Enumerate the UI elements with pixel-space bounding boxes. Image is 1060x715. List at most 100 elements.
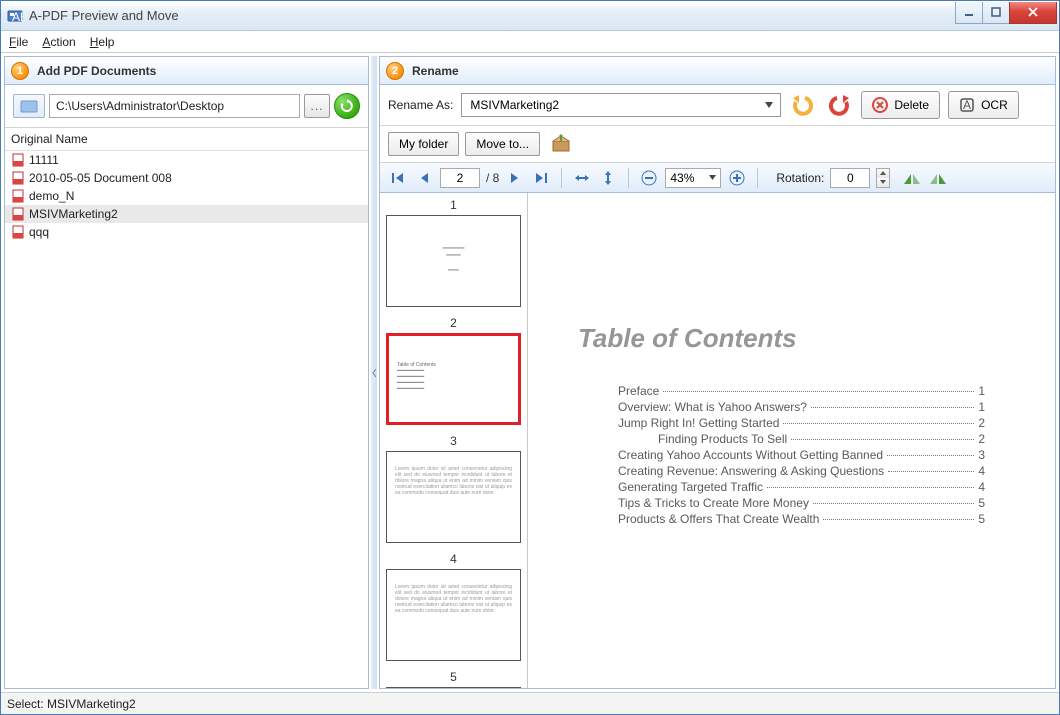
nav-row: / 8 43% Rotation: bbox=[380, 163, 1055, 193]
thumbnail[interactable]: 5Lorem ipsum dolor sit amet consectetur … bbox=[386, 667, 521, 688]
ocr-label: OCR bbox=[981, 98, 1008, 112]
thumb-page: Lorem ipsum dolor sit amet consectetur a… bbox=[386, 569, 521, 661]
rename-label: Rename As: bbox=[388, 98, 453, 112]
pdf-icon bbox=[11, 189, 25, 203]
rotation-input[interactable] bbox=[830, 168, 870, 188]
file-name: demo_N bbox=[29, 189, 74, 203]
toc-dots bbox=[783, 423, 974, 424]
toc-text: Creating Yahoo Accounts Without Getting … bbox=[618, 448, 883, 462]
separator bbox=[628, 168, 629, 188]
path-row: C:\Users\Administrator\Desktop ... bbox=[5, 85, 368, 128]
toc-text: Generating Targeted Traffic bbox=[618, 480, 763, 494]
next-page-button[interactable] bbox=[505, 168, 525, 188]
rename-combo[interactable]: MSIVMarketing2 bbox=[461, 93, 781, 117]
toc-row: Tips & Tricks to Create More Money 5 bbox=[618, 496, 985, 510]
flip-horizontal-button[interactable] bbox=[902, 168, 922, 188]
thumb-page: Lorem ipsum dolor sit amet consectetur a… bbox=[386, 687, 521, 688]
rotation-spinner[interactable] bbox=[876, 168, 890, 188]
toc-dots bbox=[813, 503, 974, 504]
box-icon[interactable] bbox=[550, 134, 572, 155]
toc-text: Overview: What is Yahoo Answers? bbox=[618, 400, 807, 414]
moveto-label: Move to... bbox=[476, 137, 529, 151]
workspace: 1 Add PDF Documents C:\Users\Administrat… bbox=[1, 53, 1059, 692]
thumbnail[interactable]: 1━━━━━━━━━━━━━ bbox=[386, 195, 521, 307]
ocr-button[interactable]: A OCR bbox=[948, 91, 1019, 119]
toc-list: Preface 1Overview: What is Yahoo Answers… bbox=[618, 384, 985, 526]
undo-button[interactable] bbox=[789, 92, 817, 118]
spinner-down[interactable] bbox=[877, 178, 889, 187]
step-badge-2: 2 bbox=[386, 62, 404, 80]
refresh-button[interactable] bbox=[334, 93, 360, 119]
app-window: AB A-PDF Preview and Move File Action He… bbox=[0, 0, 1060, 715]
zoom-out-button[interactable] bbox=[639, 168, 659, 188]
menu-file[interactable]: File bbox=[9, 35, 28, 49]
toc-dots bbox=[811, 407, 974, 408]
toc-text: Products & Offers That Create Wealth bbox=[618, 512, 819, 526]
moveto-button[interactable]: Move to... bbox=[465, 132, 540, 156]
thumbnail[interactable]: 3Lorem ipsum dolor sit amet consectetur … bbox=[386, 431, 521, 543]
last-page-button[interactable] bbox=[531, 168, 551, 188]
left-pane-header: 1 Add PDF Documents bbox=[5, 57, 368, 85]
prev-page-button[interactable] bbox=[414, 168, 434, 188]
first-page-button[interactable] bbox=[388, 168, 408, 188]
toc-dots bbox=[888, 471, 974, 472]
delete-icon bbox=[872, 97, 888, 113]
zoom-in-button[interactable] bbox=[727, 168, 747, 188]
myfolder-button[interactable]: My folder bbox=[388, 132, 459, 156]
folder-icon[interactable] bbox=[13, 94, 45, 118]
minimize-button[interactable] bbox=[955, 2, 983, 24]
toc-page: 5 bbox=[978, 512, 985, 526]
menu-action[interactable]: Action bbox=[42, 35, 75, 49]
splitter[interactable] bbox=[371, 56, 377, 689]
file-row[interactable]: qqq bbox=[5, 223, 368, 241]
ocr-icon: A bbox=[959, 97, 975, 113]
toc-page: 3 bbox=[978, 448, 985, 462]
myfolder-label: My folder bbox=[399, 137, 448, 151]
zoom-combo[interactable]: 43% bbox=[665, 168, 721, 188]
close-button[interactable] bbox=[1009, 2, 1057, 24]
redo-button[interactable] bbox=[825, 92, 853, 118]
toc-dots bbox=[663, 391, 974, 392]
toc-row: Finding Products To Sell 2 bbox=[618, 432, 985, 446]
thumbnail-column: 1━━━━━━━━━━━━━2Table of Contents━━━━━━━━… bbox=[380, 193, 528, 688]
left-pane: 1 Add PDF Documents C:\Users\Administrat… bbox=[4, 56, 369, 689]
maximize-button[interactable] bbox=[982, 2, 1010, 24]
thumbnail-scroll[interactable]: 1━━━━━━━━━━━━━2Table of Contents━━━━━━━━… bbox=[380, 193, 527, 688]
file-row[interactable]: 2010-05-05 Document 008 bbox=[5, 169, 368, 187]
toc-page: 1 bbox=[978, 400, 985, 414]
thumbnail[interactable]: 4Lorem ipsum dolor sit amet consectetur … bbox=[386, 549, 521, 661]
file-row[interactable]: demo_N bbox=[5, 187, 368, 205]
flip-vertical-button[interactable] bbox=[928, 168, 948, 188]
file-row[interactable]: 11111 bbox=[5, 151, 368, 169]
window-title: A-PDF Preview and Move bbox=[29, 8, 956, 23]
fit-page-button[interactable] bbox=[598, 168, 618, 188]
delete-button[interactable]: Delete bbox=[861, 91, 940, 119]
pdf-icon bbox=[11, 171, 25, 185]
toc-row: Generating Targeted Traffic 4 bbox=[618, 480, 985, 494]
status-text: Select: MSIVMarketing2 bbox=[7, 697, 136, 711]
file-row[interactable]: MSIVMarketing2 bbox=[5, 205, 368, 223]
toc-row: Products & Offers That Create Wealth 5 bbox=[618, 512, 985, 526]
svg-text:A: A bbox=[963, 98, 971, 112]
pdf-icon bbox=[11, 207, 25, 221]
page-scroll[interactable]: Table of Contents Preface 1Overview: Wha… bbox=[528, 193, 1055, 688]
step-badge-1: 1 bbox=[11, 62, 29, 80]
thumb-number: 1 bbox=[386, 195, 521, 215]
toc-dots bbox=[767, 487, 974, 488]
spinner-up[interactable] bbox=[877, 169, 889, 178]
thumbnail[interactable]: 2Table of Contents━━━━━━━━━━━━━━━━━━━━━━… bbox=[386, 313, 521, 425]
pdf-icon bbox=[11, 153, 25, 167]
pdf-icon bbox=[11, 225, 25, 239]
page-input[interactable] bbox=[440, 168, 480, 188]
thumb-page: Table of Contents━━━━━━━━━━━━━━━━━━━━━━━… bbox=[386, 333, 521, 425]
file-name: 2010-05-05 Document 008 bbox=[29, 171, 172, 185]
browse-button[interactable]: ... bbox=[304, 94, 330, 118]
thumb-page: Lorem ipsum dolor sit amet consectetur a… bbox=[386, 451, 521, 543]
menu-help[interactable]: Help bbox=[90, 35, 115, 49]
file-name: MSIVMarketing2 bbox=[29, 207, 118, 221]
fit-width-button[interactable] bbox=[572, 168, 592, 188]
path-input[interactable]: C:\Users\Administrator\Desktop bbox=[49, 94, 300, 118]
zoom-value: 43% bbox=[670, 171, 694, 185]
toc-page: 2 bbox=[978, 432, 985, 446]
chevron-down-icon bbox=[709, 175, 716, 180]
